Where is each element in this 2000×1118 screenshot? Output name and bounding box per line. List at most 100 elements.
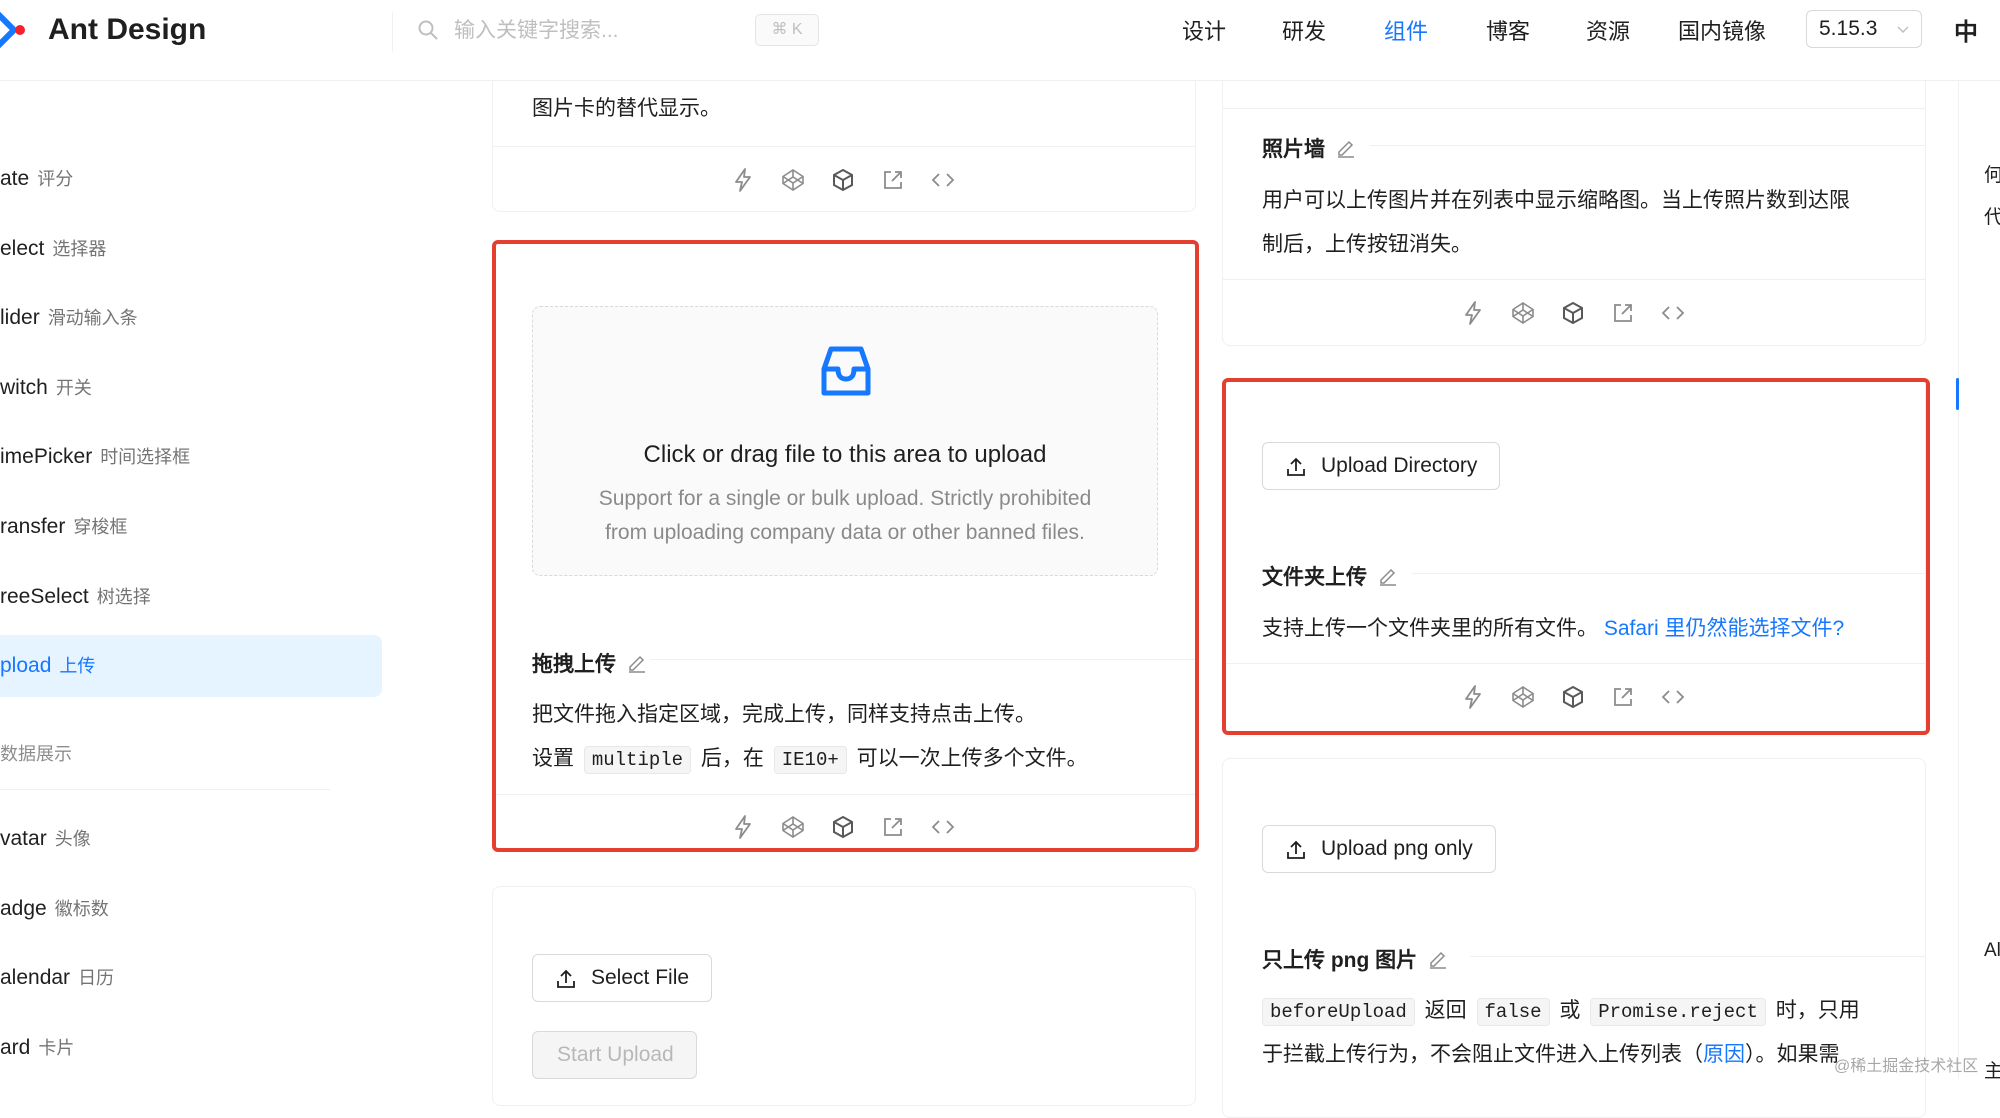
version-select[interactable]: 5.15.3 bbox=[1806, 10, 1922, 48]
sidebar-item-select[interactable]: elect 选择器 bbox=[0, 218, 384, 280]
demo-actions bbox=[730, 814, 970, 844]
dragger-text: Click or drag file to this area to uploa… bbox=[643, 441, 1047, 468]
code-multiple: multiple bbox=[583, 746, 692, 774]
sidebar-menu: ate 评分 elect 选择器 lider 滑动输入条 witch 开关 imePic… bbox=[0, 80, 384, 1079]
external-link-icon[interactable] bbox=[1610, 300, 1636, 326]
logo-text[interactable]: Ant Design bbox=[48, 13, 206, 47]
sidebar-item-rate[interactable]: ate 评分 bbox=[0, 148, 384, 210]
demo-title-directory-upload: 文件夹上传 bbox=[1262, 561, 1399, 591]
text-segment: 或 bbox=[1559, 999, 1581, 1022]
sidebar-item-slider[interactable]: lider 滑动输入条 bbox=[0, 287, 384, 349]
demo-title-png-only: 只上传 png 图片 bbox=[1262, 944, 1449, 974]
external-link-icon[interactable] bbox=[1610, 684, 1636, 710]
demo-title-text: 拖拽上传 bbox=[532, 653, 616, 676]
sidebar-item-upload[interactable]: pload 上传 bbox=[0, 635, 382, 697]
sidebar-item-switch[interactable]: witch 开关 bbox=[0, 357, 384, 419]
code-expand-icon[interactable] bbox=[930, 167, 956, 193]
language-switch-icon[interactable]: 中 bbox=[1954, 12, 1982, 46]
sidebar-item-sublabel: 徽标数 bbox=[54, 899, 109, 919]
ant-design-logo-icon[interactable] bbox=[0, 8, 30, 58]
upload-png-button[interactable]: Upload png only bbox=[1262, 825, 1496, 873]
anchor-link[interactable]: 何 bbox=[1984, 160, 2000, 187]
demo-title-text: 照片墙 bbox=[1262, 138, 1325, 161]
nav-design[interactable]: 设计 bbox=[1182, 14, 1226, 46]
code-expand-icon[interactable] bbox=[1660, 300, 1686, 326]
edit-icon[interactable] bbox=[1427, 948, 1449, 970]
sidebar-item-label: ate bbox=[0, 167, 30, 190]
anchor-link[interactable]: 代 bbox=[1984, 202, 2000, 229]
thunder-icon[interactable] bbox=[1460, 684, 1486, 710]
upload-directory-button[interactable]: Upload Directory bbox=[1262, 442, 1501, 490]
search-input[interactable] bbox=[452, 12, 736, 50]
codesandbox-icon[interactable] bbox=[830, 814, 856, 840]
edit-icon[interactable] bbox=[626, 652, 648, 674]
nav-components[interactable]: 组件 bbox=[1384, 14, 1428, 46]
code-beforeupload: beforeUpload bbox=[1262, 998, 1415, 1026]
card-divider bbox=[1223, 663, 1925, 664]
select-file-button[interactable]: Select File bbox=[532, 954, 713, 1002]
sidebar-item-label: ransfer bbox=[0, 515, 66, 538]
codepen-icon[interactable] bbox=[1510, 684, 1536, 710]
external-link-icon[interactable] bbox=[880, 814, 906, 840]
sidebar-item-sublabel: 时间选择框 bbox=[100, 447, 191, 467]
nav-mirror[interactable]: 国内镜像 bbox=[1678, 14, 1766, 46]
sidebar-item-sublabel: 评分 bbox=[37, 169, 74, 189]
search-shortcut-hint: ⌘ K bbox=[755, 14, 819, 46]
sidebar-item-label: imePicker bbox=[0, 445, 93, 468]
demo-title-drag-upload: 拖拽上传 bbox=[532, 648, 648, 678]
sidebar-item-sublabel: 开关 bbox=[55, 378, 92, 398]
demo-description-line1: 支持上传一个文件夹里的所有文件。 Safari 里仍然能选择文件? bbox=[1262, 612, 1844, 642]
sidebar-item-transfer[interactable]: ransfer 穿梭框 bbox=[0, 496, 384, 558]
sidebar-item-badge[interactable]: adge 徽标数 bbox=[0, 878, 384, 940]
title-rule bbox=[650, 659, 1195, 660]
code-promise-reject: Promise.reject bbox=[1590, 998, 1766, 1026]
sidebar-item-card[interactable]: ard 卡片 bbox=[0, 1017, 384, 1079]
text-segment: 后，在 bbox=[700, 747, 764, 770]
anchor-active-indicator bbox=[1956, 378, 1959, 410]
title-rule bbox=[1470, 956, 1925, 957]
card-description: 图片卡的替代显示。 bbox=[532, 97, 721, 120]
code-false: false bbox=[1476, 998, 1550, 1026]
code-expand-icon[interactable] bbox=[930, 814, 956, 840]
demo-actions bbox=[1460, 300, 1700, 330]
nav-blog[interactable]: 博客 bbox=[1486, 14, 1530, 46]
external-link-icon[interactable] bbox=[880, 167, 906, 193]
nav-develop[interactable]: 研发 bbox=[1282, 14, 1326, 46]
card-divider bbox=[493, 794, 1195, 795]
sidebar-item-calendar[interactable]: alendar 日历 bbox=[0, 947, 384, 1009]
start-upload-button[interactable]: Start Upload bbox=[532, 1031, 697, 1079]
sidebar-group-label: 数据展示 bbox=[0, 744, 72, 764]
sidebar-item-avatar[interactable]: vatar 头像 bbox=[0, 808, 384, 870]
demo-description-line1: beforeUpload 返回 false 或 Promise.reject 时… bbox=[1262, 994, 1860, 1026]
codepen-icon[interactable] bbox=[780, 814, 806, 840]
code-expand-icon[interactable] bbox=[1660, 684, 1686, 710]
edit-icon[interactable] bbox=[1377, 565, 1399, 587]
card-divider bbox=[493, 146, 1195, 147]
edit-icon[interactable] bbox=[1335, 137, 1357, 159]
chevron-down-icon bbox=[1897, 26, 1909, 34]
nav-resources[interactable]: 资源 bbox=[1586, 14, 1630, 46]
sidebar-item-label: elect bbox=[0, 237, 45, 260]
upload-dragger[interactable]: Click or drag file to this area to uploa… bbox=[532, 306, 1158, 576]
thunder-icon[interactable] bbox=[1460, 300, 1486, 326]
header-divider bbox=[392, 12, 393, 52]
text-segment: 返回 bbox=[1424, 999, 1467, 1022]
text-segment: 于拦截上传行为，不会阻止文件进入上传列表（ bbox=[1262, 1043, 1703, 1066]
dragger-hint-line2: from uploading company data or other ban… bbox=[605, 521, 1085, 544]
codepen-icon[interactable] bbox=[1510, 300, 1536, 326]
codesandbox-icon[interactable] bbox=[830, 167, 856, 193]
codesandbox-icon[interactable] bbox=[1560, 684, 1586, 710]
sidebar-item-timepicker[interactable]: imePicker 时间选择框 bbox=[0, 426, 384, 488]
codesandbox-icon[interactable] bbox=[1560, 300, 1586, 326]
codepen-icon[interactable] bbox=[780, 167, 806, 193]
dragger-hint-line1: Support for a single or bulk upload. Str… bbox=[598, 487, 1092, 510]
safari-link[interactable]: Safari 里仍然能选择文件? bbox=[1604, 617, 1844, 640]
reason-link[interactable]: 原因 bbox=[1703, 1043, 1745, 1066]
anchor-link[interactable]: Al bbox=[1984, 940, 2000, 962]
button-label: Select File bbox=[591, 966, 690, 989]
thunder-icon[interactable] bbox=[730, 814, 756, 840]
thunder-icon[interactable] bbox=[730, 167, 756, 193]
sidebar-item-treeselect[interactable]: reeSelect 树选择 bbox=[0, 566, 384, 628]
sidebar-item-label: pload bbox=[0, 654, 52, 677]
demo-title-text: 文件夹上传 bbox=[1262, 566, 1367, 589]
